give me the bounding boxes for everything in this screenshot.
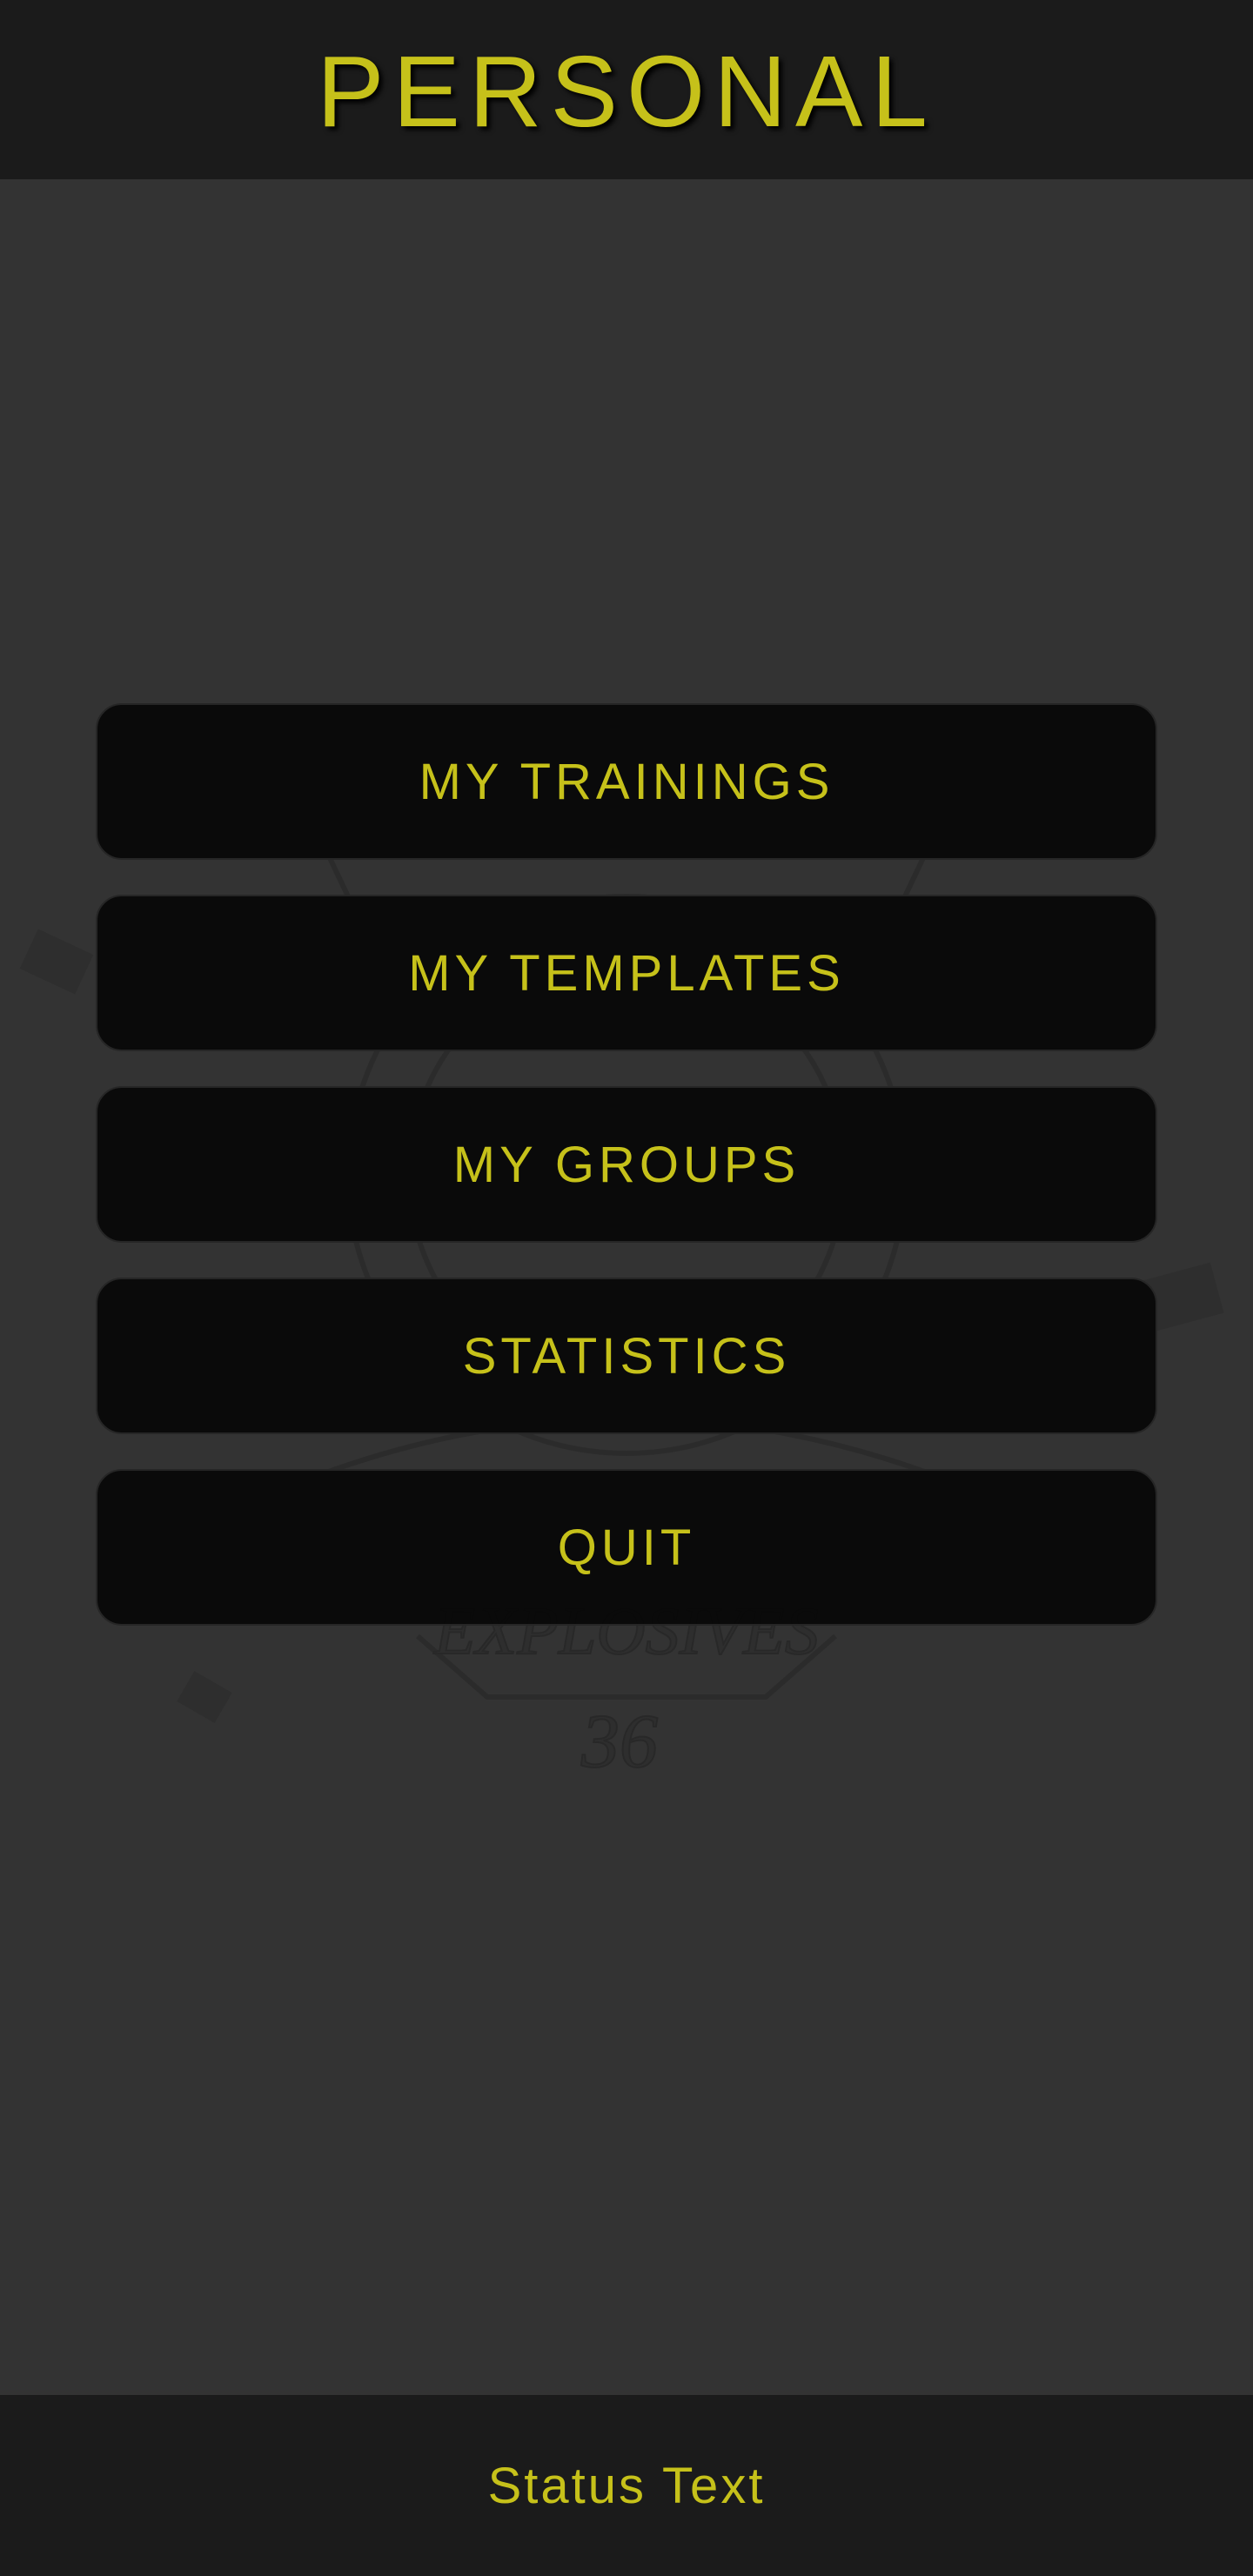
- page-title: PERSONAL: [317, 35, 936, 148]
- my-templates-label: MY TEMPLATES: [408, 944, 845, 1002]
- status-text: Status Text: [487, 2457, 766, 2514]
- statistics-label: STATISTICS: [462, 1327, 791, 1385]
- my-templates-button[interactable]: MY TEMPLATES: [96, 895, 1157, 1051]
- quit-button[interactable]: QUIT: [96, 1469, 1157, 1626]
- status-bar: Status Text: [0, 2395, 1253, 2576]
- header-bar: PERSONAL: [0, 0, 1253, 179]
- main-menu: MY TRAININGS MY TEMPLATES MY GROUPS STAT…: [96, 703, 1157, 1660]
- quit-label: QUIT: [557, 1519, 696, 1576]
- app-screen: PERSONAL EXPLOSIVES 36 MY TRAININGS MY T…: [0, 0, 1253, 2576]
- my-trainings-label: MY TRAININGS: [419, 753, 834, 810]
- statistics-button[interactable]: STATISTICS: [96, 1278, 1157, 1434]
- emblem-number: 36: [580, 1700, 658, 1784]
- my-groups-label: MY GROUPS: [452, 1136, 801, 1193]
- my-groups-button[interactable]: MY GROUPS: [96, 1086, 1157, 1243]
- my-trainings-button[interactable]: MY TRAININGS: [96, 703, 1157, 860]
